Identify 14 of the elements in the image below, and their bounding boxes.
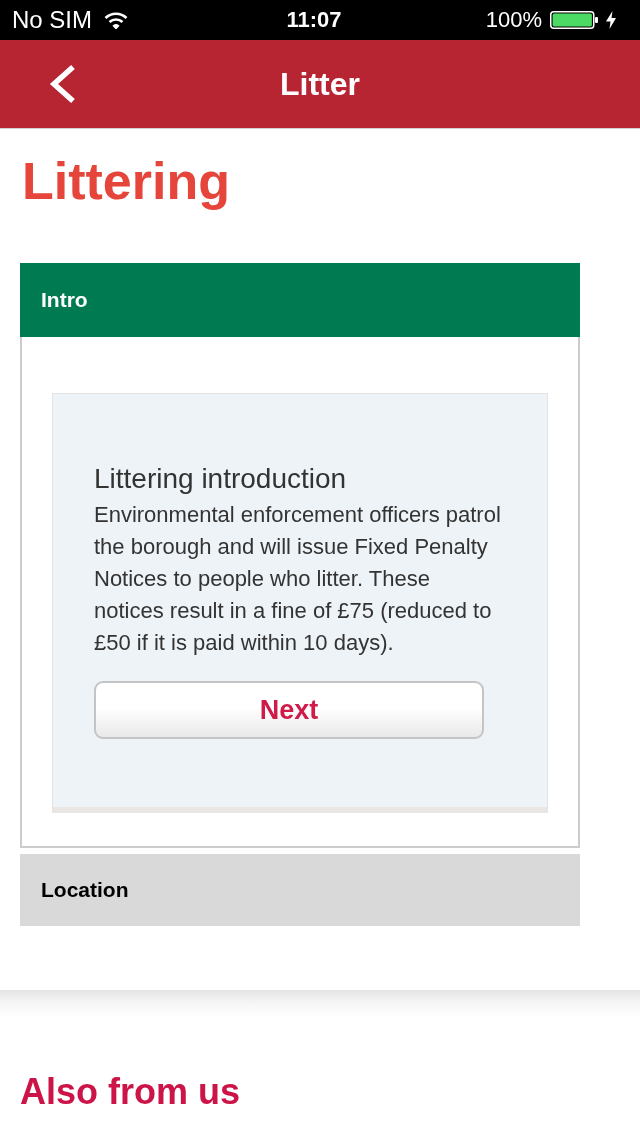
status-time: 11:07 [286,7,342,33]
carrier-name: No SIM [12,6,92,34]
nav-title: Litter [280,65,360,103]
accordion-header[interactable]: Location [20,854,580,926]
charging-bolt-icon [606,11,616,29]
battery-percentage: 100% [485,7,542,33]
accordion-header[interactable]: Intro [20,263,580,337]
battery-icon [550,11,598,29]
card-body-text: Environmental enforcement officers patrol the borough and will issue Fixed Penalty Notices to people who litter. These notices result in a fine of £75 (reduced to £50 if it is paid within 10 days). [94,501,502,657]
wifi-icon [104,11,128,29]
section-heading: Also from us [20,1070,242,1114]
card-title: Littering introduction [94,463,348,495]
next-button[interactable]: Next [94,681,484,739]
page-title: Littering [22,151,231,211]
